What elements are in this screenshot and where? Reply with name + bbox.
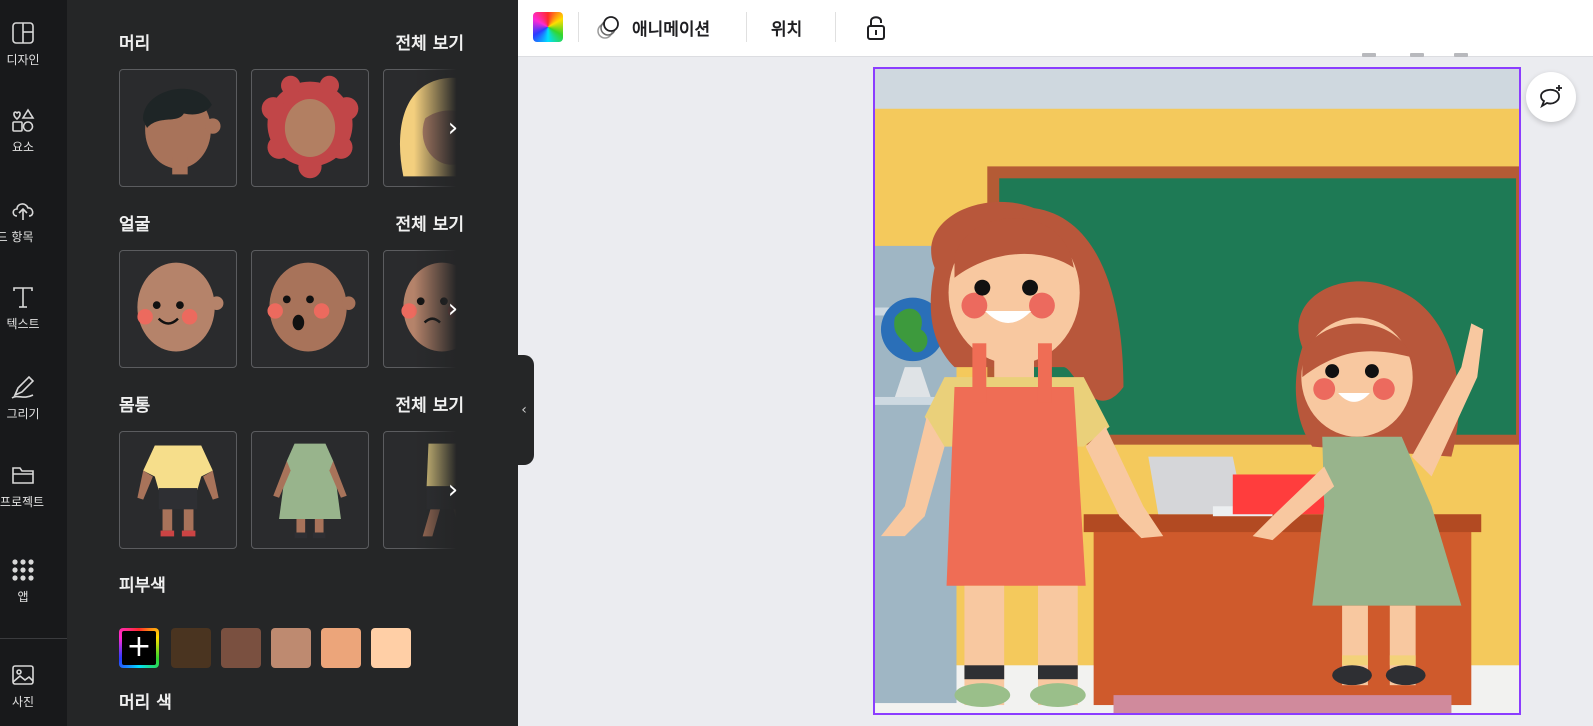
rail-label: 앱 [17, 589, 29, 604]
section-title: 얼굴 [119, 214, 151, 235]
rail-projects[interactable]: 프로젝트 [0, 450, 46, 520]
rail-apps[interactable]: 앱 [0, 545, 46, 615]
body-green-dress-image [273, 443, 347, 539]
classroom-illustration-image [875, 69, 1519, 713]
elements-shapes-icon [12, 107, 35, 132]
rail-label: 디자인 [6, 52, 40, 67]
body-option-tile[interactable] [119, 431, 237, 549]
section-header-body: 몸통 전체 보기 [119, 391, 464, 416]
next-arrow-icon[interactable]: › [442, 113, 464, 143]
page-toolbar-hint [1362, 53, 1376, 57]
head-option-tile[interactable] [119, 69, 237, 187]
tile-row-body: › [119, 431, 464, 551]
text-t-icon [13, 286, 33, 308]
animate-button[interactable]: 애니메이션 [596, 12, 710, 42]
upload-cloud-icon [12, 202, 34, 220]
chevron-left-icon: ‹ [521, 402, 527, 418]
rail-uploads[interactable]: 업로드 항목 [0, 185, 46, 255]
draw-pen-icon [11, 375, 35, 399]
section-title: 몸통 [119, 395, 151, 416]
rail-photos[interactable]: 사진 [0, 650, 46, 720]
comment-plus-icon [1540, 85, 1562, 109]
animate-label: 애니메이션 [632, 19, 711, 40]
rail-label: 사진 [11, 694, 35, 709]
rail-label: 그리기 [6, 406, 40, 421]
design-canvas-page[interactable] [873, 67, 1521, 715]
toolbar-divider [746, 12, 747, 42]
section-header-hair-color: 머리 색 [119, 688, 464, 713]
skin-swatch[interactable] [321, 628, 361, 668]
see-all-link[interactable]: 전체 보기 [396, 391, 464, 416]
apps-grid-icon [12, 558, 34, 581]
see-all-link[interactable]: 전체 보기 [396, 29, 464, 54]
collapse-panel-button[interactable]: ‹ [514, 355, 534, 465]
face-smile-image [137, 262, 224, 352]
tile-row-head: › [119, 69, 464, 189]
add-comment-button[interactable] [1526, 72, 1576, 122]
skin-swatch[interactable] [171, 628, 211, 668]
section-header-head: 머리 전체 보기 [119, 29, 464, 54]
face-surprised-image [267, 262, 356, 352]
folder-icon [12, 466, 34, 484]
position-label: 위치 [771, 19, 803, 40]
section-title: 피부색 [119, 575, 166, 596]
head-option-tile[interactable] [251, 69, 369, 187]
page-toolbar-hint [1454, 53, 1468, 57]
face-option-tile[interactable] [119, 250, 237, 368]
head-curly-hair-image [261, 75, 359, 179]
rail-text[interactable]: 텍스트 [0, 272, 46, 342]
rail-label: 프로젝트 [0, 494, 45, 509]
custom-color-button[interactable]: + [119, 628, 159, 668]
rail-divider [0, 638, 67, 639]
tile-row-face: › [119, 250, 464, 370]
photo-icon [12, 664, 34, 685]
body-option-tile[interactable] [251, 431, 369, 549]
top-toolbar: 애니메이션 위치 [518, 0, 1593, 57]
lock-button[interactable] [861, 12, 891, 42]
rail-label: 업로드 항목 [0, 229, 34, 244]
rail-design[interactable]: 디자인 [0, 8, 46, 78]
section-header-face: 얼굴 전체 보기 [119, 210, 464, 235]
lock-open-icon [867, 16, 885, 40]
plus-icon: + [122, 631, 156, 665]
page-toolbar-hint [1410, 53, 1424, 57]
section-header-skin: 피부색 [119, 571, 464, 596]
side-rail: 디자인 요소 업로드 항목 텍스트 그리기 프로젝트 앱 사진 [0, 0, 77, 726]
color-picker-button[interactable] [533, 12, 563, 42]
section-title: 머리 [119, 33, 151, 54]
next-arrow-icon[interactable]: › [442, 294, 464, 324]
rail-label: 요소 [11, 139, 35, 154]
design-layout-icon [12, 21, 34, 44]
skin-swatch[interactable] [221, 628, 261, 668]
editor-app: 디자인 요소 업로드 항목 텍스트 그리기 프로젝트 앱 사진 [0, 0, 1593, 726]
rail-draw[interactable]: 그리기 [0, 362, 46, 432]
head-short-hair-image [143, 88, 221, 175]
skin-swatch[interactable] [371, 628, 411, 668]
toolbar-divider [835, 12, 836, 42]
next-arrow-icon[interactable]: › [442, 475, 464, 505]
section-title: 머리 색 [119, 692, 172, 713]
rail-elements[interactable]: 요소 [0, 95, 46, 165]
rail-label: 텍스트 [6, 316, 40, 331]
skin-swatch[interactable] [271, 628, 311, 668]
body-shirt-shorts-image [137, 445, 219, 537]
face-option-tile[interactable] [251, 250, 369, 368]
animate-icon [597, 16, 619, 39]
position-button[interactable]: 위치 [771, 12, 802, 42]
toolbar-divider [578, 12, 579, 42]
character-panel: 머리 전체 보기 › 얼굴 전체 보기 › 몸통 전체 보기 › 피부색 + 머… [67, 0, 518, 726]
see-all-link[interactable]: 전체 보기 [396, 210, 464, 235]
